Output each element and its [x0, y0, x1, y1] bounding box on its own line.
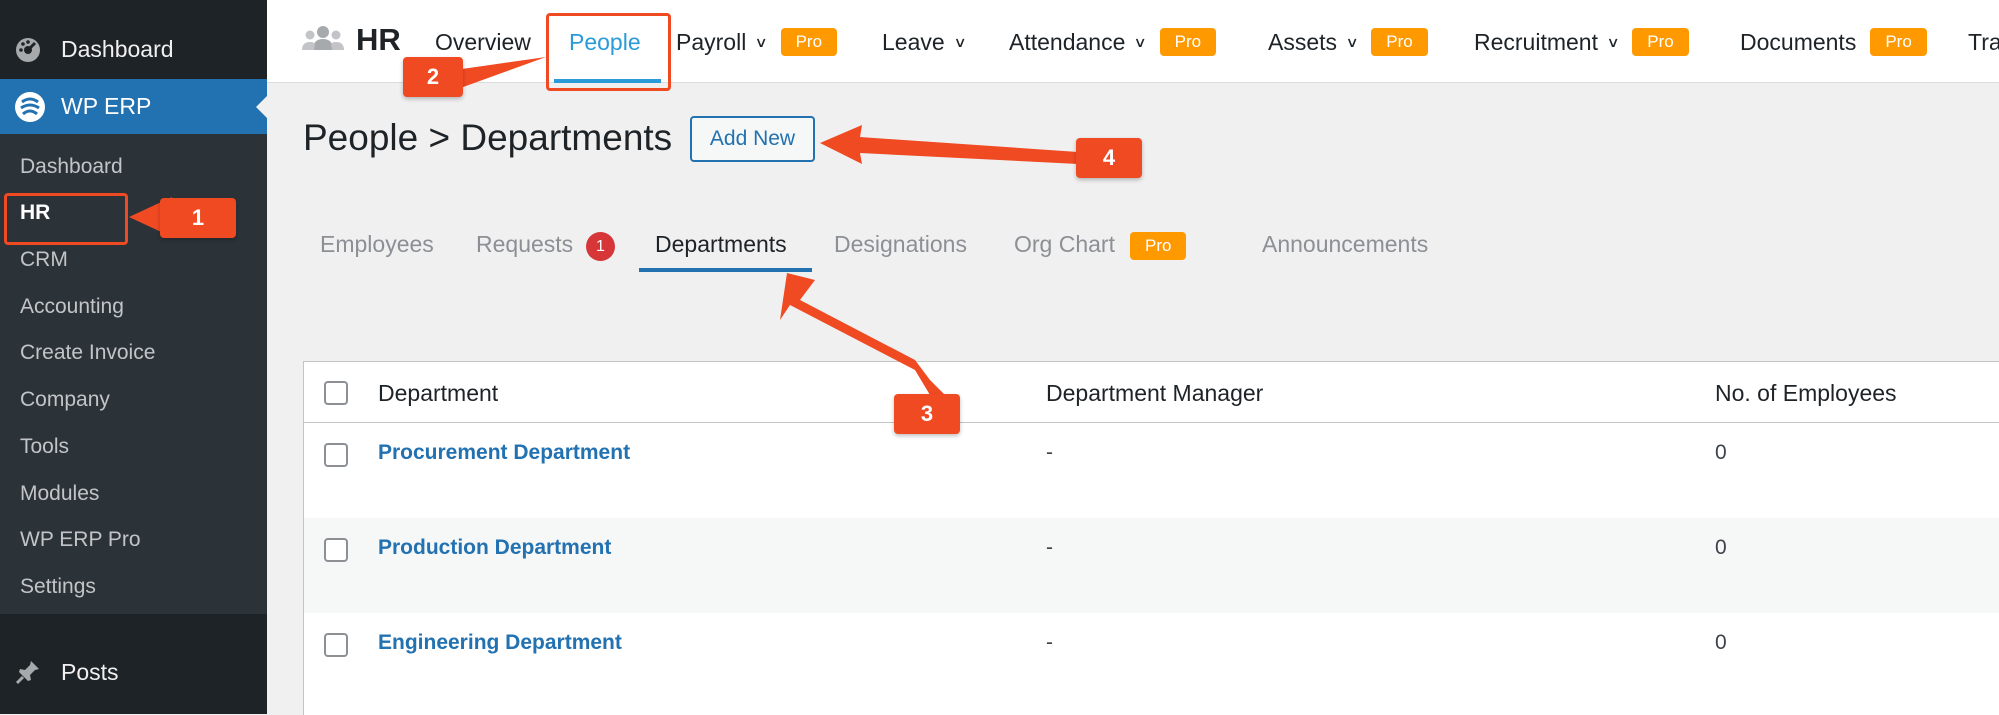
nav-payroll-label: Payroll: [676, 28, 747, 55]
annotation-arrow-4: [820, 125, 1078, 164]
tab-org-chart[interactable]: Org Chart: [1014, 231, 1115, 258]
annotation-highlight-hr: [4, 193, 128, 245]
annotation-step-4: 4: [1076, 138, 1142, 178]
nav-leave[interactable]: Leave ∨: [882, 22, 967, 62]
department-name-link[interactable]: Procurement Department: [378, 441, 630, 465]
pro-badge: Pro: [1130, 232, 1187, 260]
submenu-modules[interactable]: Modules: [20, 479, 99, 509]
wp-erp-logo-icon: [14, 91, 48, 123]
column-header-department[interactable]: Department: [378, 380, 498, 407]
column-header-employees: No. of Employees: [1715, 380, 1897, 406]
active-tab-underline: [639, 268, 812, 272]
table-header: Department Department Manager No. of Emp…: [304, 362, 1999, 423]
nav-recruitment[interactable]: Recruitment ∨ Pro: [1474, 22, 1689, 62]
pin-icon: [14, 658, 48, 686]
annotation-highlight-people: [546, 13, 671, 91]
chevron-down-icon: ∨: [1345, 33, 1359, 50]
nav-overview-label: Overview: [435, 28, 531, 55]
admin-sidebar: Dashboard WP ERP Dashboard HR CRM Accoun…: [0, 0, 267, 714]
submenu-crm[interactable]: CRM: [20, 245, 68, 275]
select-all-checkbox[interactable]: [324, 381, 348, 405]
sidebar-item-label: Posts: [61, 658, 119, 685]
submenu-settings[interactable]: Settings: [20, 572, 96, 602]
tab-requests[interactable]: Requests: [476, 231, 573, 258]
pro-badge: Pro: [1870, 28, 1927, 56]
chevron-down-icon: ∨: [1133, 33, 1148, 50]
departments-table: Department Department Manager No. of Emp…: [303, 361, 1999, 715]
submenu-tools[interactable]: Tools: [20, 432, 69, 462]
hr-brand: HR: [302, 22, 401, 58]
employee-count: 0: [1715, 441, 1727, 464]
sidebar-item-wp-erp[interactable]: WP ERP: [0, 79, 267, 134]
department-manager: -: [1046, 631, 1053, 654]
pro-badge: Pro: [780, 28, 838, 56]
dashboard-gauge-icon: [14, 35, 48, 63]
pro-badge: Pro: [1632, 28, 1689, 56]
tab-departments[interactable]: Departments: [655, 231, 787, 258]
requests-count-badge: 1: [586, 232, 615, 261]
submenu-wp-erp-pro[interactable]: WP ERP Pro: [20, 525, 141, 555]
column-header-manager: Department Manager: [1046, 380, 1264, 406]
nav-payroll[interactable]: Payroll ∨ Pro: [676, 22, 838, 62]
sidebar-item-posts[interactable]: Posts: [0, 646, 267, 698]
tab-employees[interactable]: Employees: [320, 231, 434, 258]
table-row: Production Department - 0: [304, 518, 1999, 613]
pro-badge: Pro: [1371, 28, 1428, 56]
annotation-step-1: 1: [160, 198, 236, 238]
chevron-down-icon: ∨: [953, 33, 967, 50]
nav-overview[interactable]: Overview: [435, 22, 531, 62]
nav-truncated-item[interactable]: Tra: [1968, 22, 1999, 62]
hr-top-navigation: HR Overview People Payroll ∨ Pro Leave ∨…: [267, 0, 1999, 83]
department-name-link[interactable]: Engineering Department: [378, 631, 622, 655]
nav-truncated-label: Tra: [1968, 28, 1999, 55]
row-checkbox[interactable]: [324, 633, 348, 657]
page-title: People > Departments: [303, 117, 673, 158]
submenu-dashboard[interactable]: Dashboard: [20, 152, 123, 182]
department-manager: -: [1046, 536, 1053, 559]
add-new-button[interactable]: Add New: [690, 116, 815, 162]
employee-count: 0: [1715, 536, 1727, 559]
nav-assets-label: Assets: [1268, 28, 1338, 55]
submenu-company[interactable]: Company: [20, 385, 110, 415]
nav-attendance-label: Attendance: [1009, 28, 1126, 55]
chevron-down-icon: ∨: [754, 33, 769, 50]
submenu-create-invoice[interactable]: Create Invoice: [20, 338, 155, 368]
employee-count: 0: [1715, 631, 1727, 654]
tab-designations[interactable]: Designations: [834, 231, 967, 258]
row-checkbox[interactable]: [324, 443, 348, 467]
chevron-down-icon: ∨: [1606, 33, 1620, 50]
nav-recruitment-label: Recruitment: [1474, 28, 1598, 55]
nav-documents-label: Documents: [1740, 28, 1857, 55]
nav-leave-label: Leave: [882, 28, 945, 55]
nav-assets[interactable]: Assets ∨ Pro: [1268, 22, 1428, 62]
sidebar-item-dashboard[interactable]: Dashboard: [0, 22, 267, 76]
pro-badge: Pro: [1159, 28, 1217, 56]
annotation-step-3: 3: [894, 394, 960, 434]
table-row: Procurement Department - 0: [304, 423, 1999, 518]
annotation-step-2: 2: [403, 57, 463, 97]
submenu-accounting[interactable]: Accounting: [20, 292, 124, 322]
nav-documents[interactable]: Documents Pro: [1740, 22, 1927, 62]
nav-attendance[interactable]: Attendance ∨ Pro: [1009, 22, 1217, 62]
table-row: Engineering Department - 0: [304, 613, 1999, 708]
tab-announcements[interactable]: Announcements: [1262, 231, 1428, 258]
people-group-icon: [302, 24, 344, 57]
sidebar-item-label: WP ERP: [61, 93, 152, 119]
hr-title: HR: [356, 22, 401, 57]
department-name-link[interactable]: Production Department: [378, 536, 611, 560]
row-checkbox[interactable]: [324, 538, 348, 562]
sidebar-item-label: Dashboard: [61, 35, 174, 62]
department-manager: -: [1046, 441, 1053, 464]
